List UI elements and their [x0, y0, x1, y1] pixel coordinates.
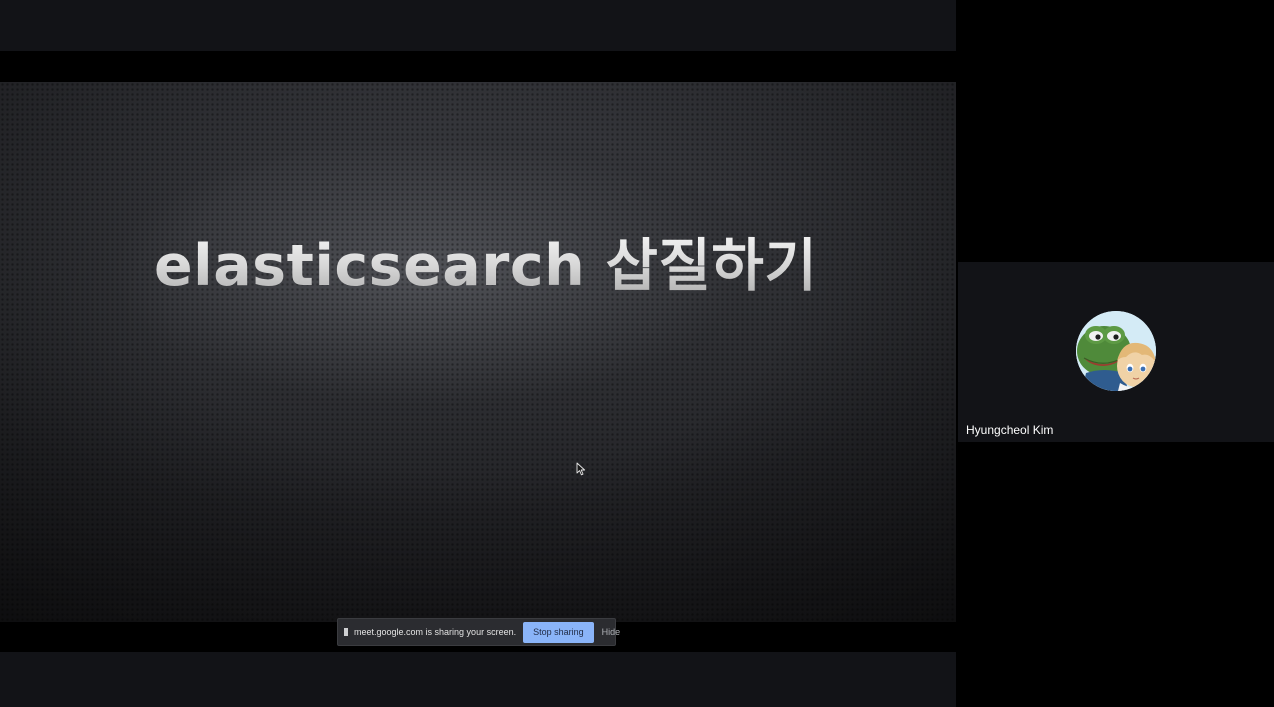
stop-sharing-button[interactable]: Stop sharing — [523, 621, 594, 643]
slide-title: elasticsearch 삽질하기 — [154, 220, 817, 302]
sharing-message: meet.google.com is sharing your screen. — [354, 627, 517, 637]
pepe-and-anime-character-avatar — [1076, 311, 1156, 391]
letterbox-gap-top — [0, 51, 956, 82]
pause-icon[interactable] — [344, 628, 348, 636]
mouse-cursor-icon — [576, 462, 586, 476]
avatar — [1076, 311, 1156, 391]
screen-sharing-bar: meet.google.com is sharing your screen. … — [337, 618, 620, 646]
hide-button[interactable]: Hide — [600, 627, 623, 637]
screen-share-view: elasticsearch 삽질하기 meet.google.com is sh… — [0, 0, 956, 707]
presentation-slide: elasticsearch 삽질하기 — [0, 82, 956, 622]
meet-window: elasticsearch 삽질하기 meet.google.com is sh… — [0, 0, 1274, 707]
letterbox-top — [0, 0, 956, 51]
letterbox-bottom — [0, 652, 956, 707]
participant-name: Hyungcheol Kim — [966, 423, 1054, 437]
participant-tile[interactable]: Hyungcheol Kim — [958, 262, 1274, 442]
